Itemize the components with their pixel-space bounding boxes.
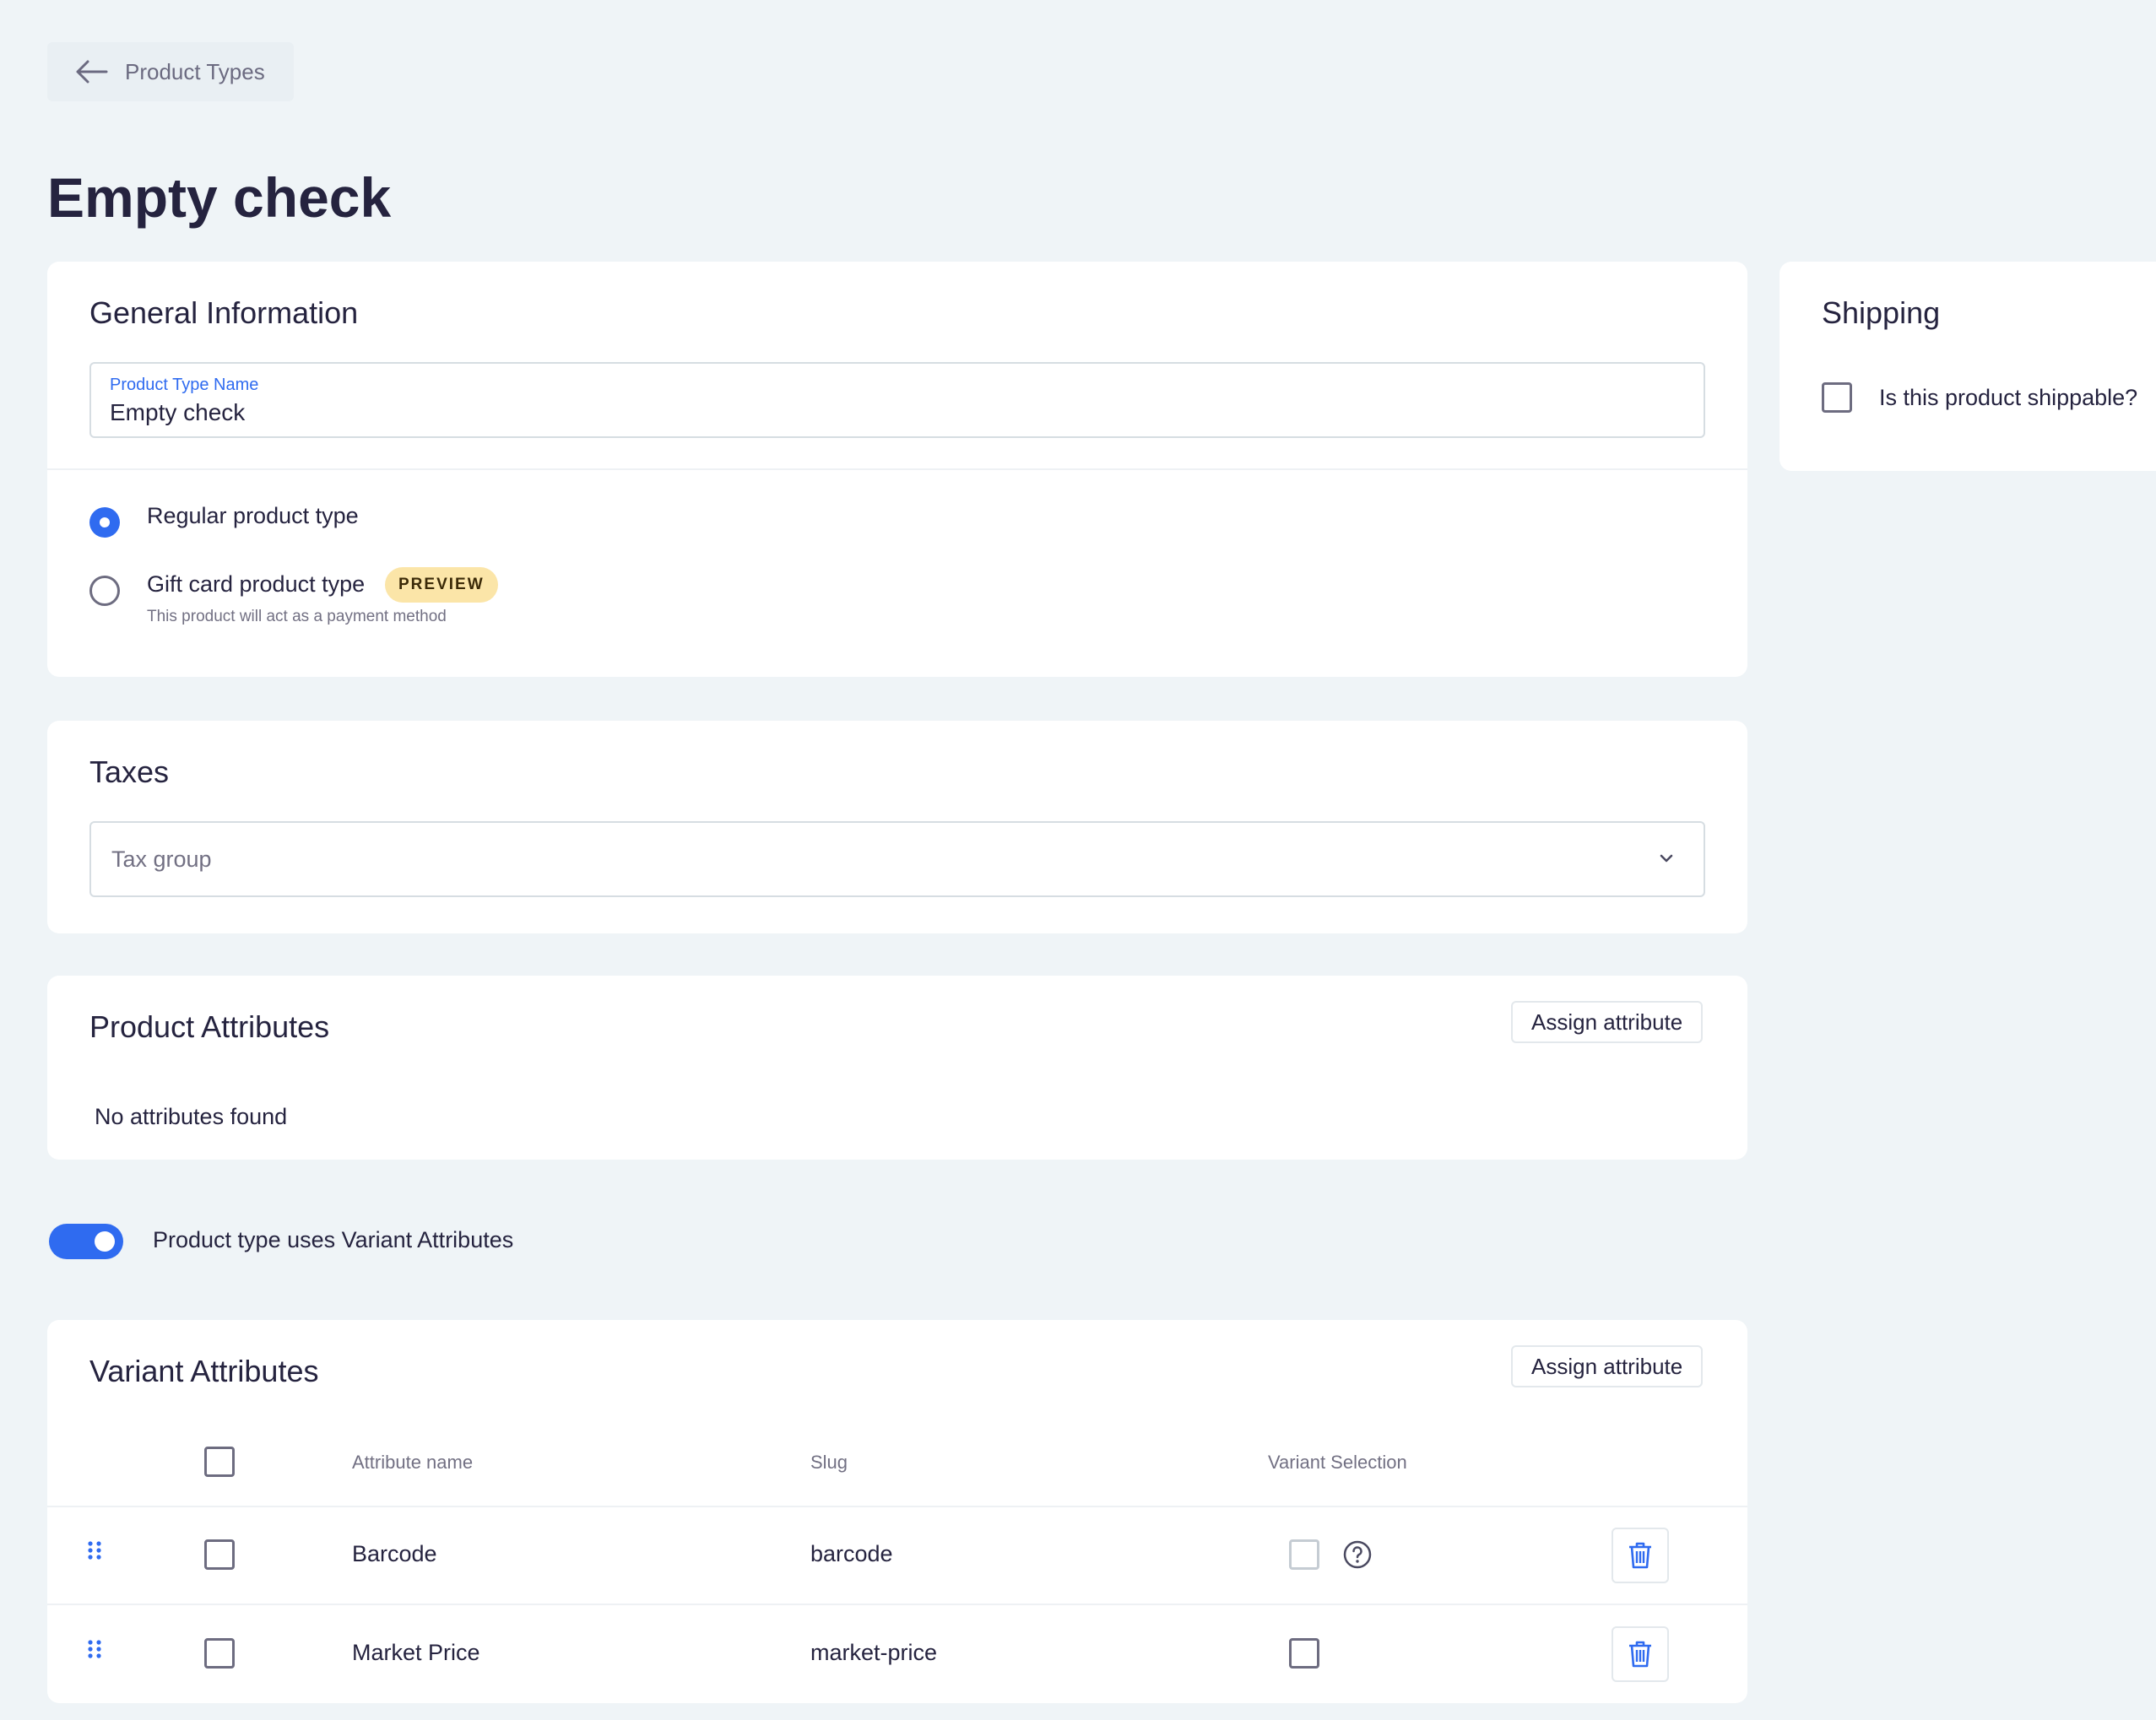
tax-group-select[interactable]: Tax group	[89, 821, 1705, 897]
back-button[interactable]: Product Types	[47, 42, 294, 101]
delete-row-button[interactable]	[1612, 1528, 1669, 1583]
product-type-name-value: Empty check	[110, 399, 246, 425]
product-type-name-label: Product Type Name	[110, 376, 259, 394]
select-all-checkbox[interactable]	[204, 1447, 235, 1477]
arrow-left-icon	[76, 60, 108, 84]
delete-row-button[interactable]	[1612, 1626, 1669, 1682]
shippable-label: Is this product shippable?	[1879, 385, 2138, 410]
table-divider	[47, 1506, 1747, 1507]
slug-cell: barcode	[810, 1541, 893, 1566]
tax-group-placeholder: Tax group	[111, 846, 212, 872]
trash-icon	[1629, 1542, 1651, 1569]
regular-product-type-label: Regular product type	[147, 503, 359, 528]
taxes-title: Taxes	[89, 755, 170, 789]
variant-selection-checkbox[interactable]	[1289, 1638, 1319, 1669]
chevron-down-icon	[1660, 854, 1673, 863]
variant-attributes-toggle[interactable]	[49, 1224, 123, 1259]
variant-attributes-toggle-label: Product type uses Variant Attributes	[153, 1227, 514, 1252]
trash-icon	[1629, 1641, 1651, 1668]
assign-product-attribute-button[interactable]: Assign attribute	[1511, 1001, 1704, 1043]
column-attribute-name: Attribute name	[352, 1452, 474, 1473]
gift-card-product-type-label: Gift card product type	[147, 571, 366, 597]
product-attributes-title: Product Attributes	[89, 1009, 330, 1044]
drag-handle-icon[interactable]	[86, 1540, 103, 1566]
column-variant-selection: Variant Selection	[1268, 1452, 1407, 1473]
column-slug: Slug	[810, 1452, 848, 1473]
variant-attributes-title: Variant Attributes	[89, 1354, 319, 1388]
page-title: Empty check	[47, 166, 392, 229]
variant-selection-checkbox	[1289, 1539, 1319, 1570]
general-information-card: General Information Product Type Name Em…	[47, 262, 1747, 677]
row-checkbox[interactable]	[204, 1539, 235, 1570]
card-divider	[47, 468, 1747, 470]
shippable-checkbox[interactable]	[1822, 382, 1852, 413]
gift-card-product-type-radio[interactable]	[89, 576, 120, 606]
taxes-card: Taxes Tax group	[47, 721, 1747, 933]
shipping-title: Shipping	[1822, 295, 1941, 330]
product-attributes-card: Product Attributes Assign attribute No a…	[47, 976, 1747, 1160]
attribute-name-cell: Market Price	[352, 1640, 480, 1665]
product-type-name-field[interactable]: Product Type Name Empty check	[89, 362, 1705, 438]
preview-badge: PREVIEW	[385, 567, 498, 603]
shipping-card: Shipping Is this product shippable?	[1780, 262, 2156, 471]
slug-cell: market-price	[810, 1640, 938, 1665]
general-information-title: General Information	[89, 295, 359, 330]
gift-card-description: This product will act as a payment metho…	[147, 608, 447, 625]
row-checkbox[interactable]	[204, 1638, 235, 1669]
table-row-divider	[47, 1604, 1747, 1605]
drag-handle-icon[interactable]	[86, 1639, 103, 1664]
help-icon[interactable]	[1342, 1539, 1373, 1570]
regular-product-type-radio[interactable]	[89, 507, 120, 538]
variant-attributes-card: Variant Attributes Assign attribute Attr…	[47, 1320, 1747, 1703]
no-attributes-message: No attributes found	[95, 1104, 288, 1129]
back-button-label: Product Types	[125, 58, 265, 84]
assign-variant-attribute-button[interactable]: Assign attribute	[1511, 1345, 1704, 1387]
attribute-name-cell: Barcode	[352, 1541, 437, 1566]
